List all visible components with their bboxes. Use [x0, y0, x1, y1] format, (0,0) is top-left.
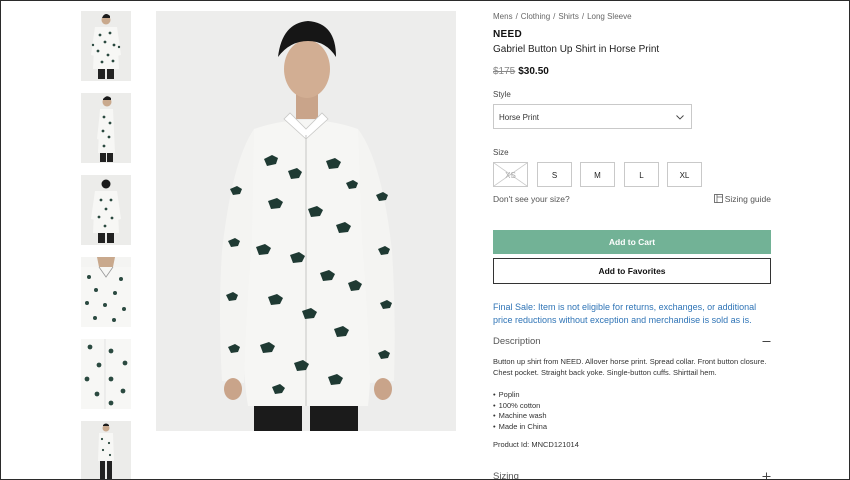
description-text: Button up shirt from NEED. Allover horse… [493, 357, 767, 377]
size-label: Size [493, 148, 509, 157]
size-option-label: M [594, 171, 601, 180]
add-to-favorites-button[interactable]: Add to Favorites [493, 258, 771, 284]
sizing-heading: Sizing [493, 471, 519, 480]
description-heading: Description [493, 336, 541, 347]
ruler-icon [713, 194, 723, 203]
size-option-label: XS [505, 171, 516, 180]
breadcrumb-clothing[interactable]: Clothing [521, 12, 550, 21]
style-selected-value: Horse Print [499, 113, 540, 122]
sale-price: $30.50 [518, 66, 549, 77]
thumbnail-front[interactable] [81, 11, 131, 81]
style-label: Style [493, 90, 511, 99]
sizing-guide-label: Sizing guide [724, 194, 771, 204]
brand-name[interactable]: NEED [493, 29, 522, 40]
plus-icon [762, 472, 771, 479]
list-item: Machine wash [493, 411, 547, 422]
product-page: Mens / Clothing / Shirts / Long Sleeve NEED Ga… [0, 0, 850, 480]
description-accordion-header[interactable]: Description [493, 336, 771, 348]
main-product-image[interactable] [156, 11, 456, 431]
size-options: XS S M L XL [493, 162, 771, 187]
description-bullets: Poplin 100% cotton Machine wash Made in … [493, 390, 547, 432]
chevron-down-icon [676, 115, 684, 120]
breadcrumb-long-sleeve[interactable]: Long Sleeve [587, 12, 631, 21]
thumbnail-full-length[interactable] [81, 421, 131, 479]
product-id: Product Id: MNCD121014 [493, 440, 579, 449]
size-option-xs[interactable]: XS [493, 162, 528, 187]
size-option-l[interactable]: L [624, 162, 659, 187]
add-to-cart-button[interactable]: Add to Cart [493, 230, 771, 254]
final-sale-notice: Final Sale: Item is not eligible for ret… [493, 302, 757, 325]
minus-icon [762, 341, 771, 342]
size-option-label: L [639, 171, 644, 180]
size-option-m[interactable]: M [580, 162, 615, 187]
list-item: 100% cotton [493, 401, 547, 412]
size-option-s[interactable]: S [537, 162, 572, 187]
breadcrumb-mens[interactable]: Mens [493, 12, 513, 21]
thumbnail-side[interactable] [81, 93, 131, 163]
thumbnail-collar-detail[interactable] [81, 257, 131, 327]
thumbnail-back[interactable] [81, 175, 131, 245]
price: $175 $30.50 [493, 66, 549, 77]
size-option-label: S [551, 171, 558, 180]
size-option-label: XL [679, 171, 690, 180]
breadcrumb-shirts[interactable]: Shirts [558, 12, 578, 21]
sizing-accordion-header[interactable]: Sizing [493, 471, 771, 480]
sizing-guide-link[interactable]: Sizing guide [713, 194, 771, 204]
style-select[interactable]: Horse Print [493, 104, 692, 129]
original-price: $175 [493, 66, 516, 77]
thumbnail-print-detail[interactable] [81, 339, 131, 409]
product-title: Gabriel Button Up Shirt in Horse Print [493, 44, 660, 55]
list-item: Poplin [493, 390, 547, 401]
list-item: Made in China [493, 422, 547, 433]
breadcrumb: Mens / Clothing / Shirts / Long Sleeve [493, 12, 632, 21]
size-option-xl[interactable]: XL [667, 162, 702, 187]
missing-size-text: Don't see your size? [493, 194, 570, 204]
